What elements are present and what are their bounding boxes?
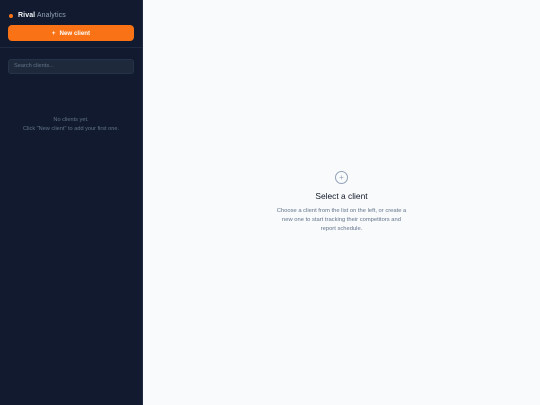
brand-name-strong: Rival: [18, 12, 36, 19]
main-panel: + Select a client Choose a client from t…: [143, 0, 540, 405]
plus-icon: +: [51, 29, 56, 37]
new-client-button[interactable]: + New client: [8, 25, 134, 41]
plus-icon: +: [339, 172, 344, 182]
sidebar: Rival Analytics + New client No clients …: [0, 0, 143, 405]
brand: Rival Analytics: [0, 0, 142, 22]
empty-description: Choose a client from the list on the lef…: [276, 208, 407, 232]
brand-name-rest: Analytics: [35, 12, 66, 19]
empty-title: Select a client: [315, 191, 368, 201]
empty-state-line-1: No clients yet.: [53, 116, 89, 123]
search-input[interactable]: [8, 58, 134, 74]
empty-state-line-2: Click "New client" to add your first one…: [23, 125, 119, 132]
brand-name: Rival Analytics: [18, 12, 66, 19]
search-wrap: [0, 48, 142, 74]
brand-dot-icon: [9, 13, 13, 18]
client-list-empty-state: No clients yet. Click "New client" to ad…: [0, 116, 142, 134]
new-client-label: New client: [59, 29, 91, 37]
add-client-circle-icon[interactable]: +: [335, 171, 348, 184]
